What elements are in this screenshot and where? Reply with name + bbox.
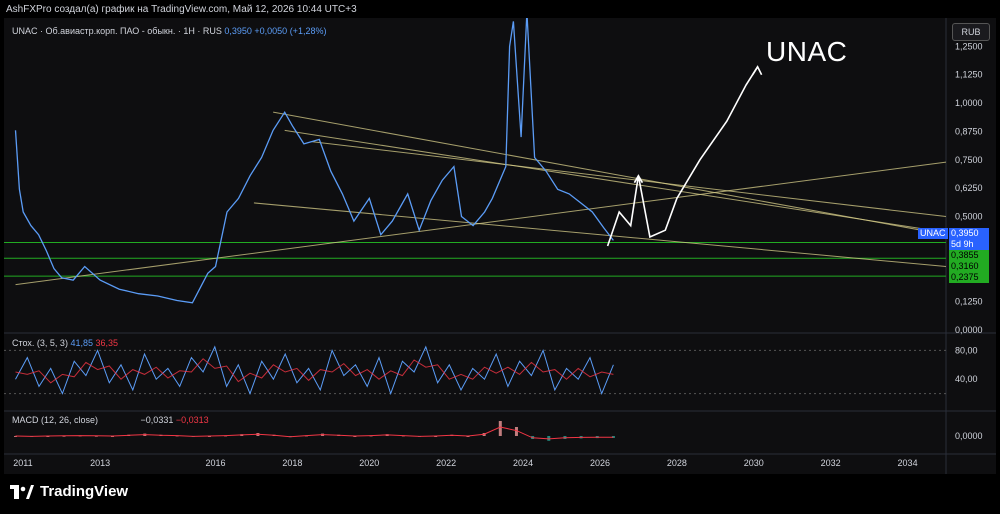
- tradingview-logo[interactable]: TradingView: [10, 483, 128, 500]
- chart-frame[interactable]: 1,2500 1,1250 1,0000 0,8750 0,7500 0,6250 0,50…: [4, 18, 996, 474]
- price-tag: 0,2375: [949, 272, 989, 283]
- price-axis-tick: 0,8750: [955, 126, 983, 136]
- macd-legend: MACD (12, 26, close) −0,0331 −0,0313: [12, 415, 209, 425]
- stoch-legend: Стох. (3, 5, 3) 41,85 36,35: [12, 338, 118, 348]
- tradingview-logo-icon: [10, 484, 34, 499]
- symbol-line: UNAC · Об.авиастр.корп. ПАО - обыкн. · 1…: [12, 26, 222, 36]
- price-axis-tick: 0,6250: [955, 183, 983, 193]
- price-axis-tick: 1,2500: [955, 41, 983, 51]
- time-axis-tick: 2032: [821, 458, 841, 468]
- time-axis-tick: 2018: [282, 458, 302, 468]
- time-axis-tick: 2013: [90, 458, 110, 468]
- projection-path: [606, 66, 759, 247]
- trend-line: [311, 141, 947, 218]
- price-tag: 0,3950: [949, 228, 989, 239]
- time-axis-tick: 2011: [13, 458, 32, 468]
- price-tag-symbol: UNAC: [918, 228, 948, 239]
- trend-line: [253, 202, 947, 267]
- price-series-line: [14, 18, 614, 304]
- trend-line: [273, 111, 947, 236]
- time-axis-tick: 2028: [667, 458, 687, 468]
- last-price: 0,3950: [224, 26, 252, 36]
- stoch-axis-tick: 80,00: [955, 345, 978, 355]
- currency-badge[interactable]: RUB: [952, 23, 990, 41]
- main-legend: UNAC · Об.авиастр.корп. ПАО - обыкн. · 1…: [12, 26, 326, 36]
- time-axis-tick: 2030: [744, 458, 764, 468]
- macd-line: [15, 426, 614, 440]
- stoch-d-value: 36,35: [95, 338, 119, 348]
- time-axis-tick: 2026: [590, 458, 610, 468]
- macd-label: MACD (12, 26, close): [12, 415, 99, 425]
- price-tag: 5d 9h: [949, 239, 989, 250]
- time-axis-tick: 2024: [513, 458, 533, 468]
- price-change: +0,0050 (+1,28%): [254, 26, 327, 36]
- price-axis-tick: 0,1250: [955, 297, 983, 307]
- time-axis-tick: 2016: [205, 458, 225, 468]
- price-axis-tick: 0,5000: [955, 212, 983, 222]
- time-axis-tick: 2022: [436, 458, 456, 468]
- time-axis-tick: 2034: [898, 458, 918, 468]
- macd-signal-value: −0,0313: [175, 415, 209, 425]
- price-axis-tick: 0,7500: [955, 155, 983, 165]
- tradingview-brand: TradingView: [40, 483, 129, 500]
- macd-histogram-bar: [498, 421, 502, 436]
- stoch-label: Стох. (3, 5, 3): [12, 338, 68, 348]
- stoch-axis-tick: 40,00: [955, 374, 978, 384]
- macd-value: −0,0331: [140, 415, 174, 425]
- price-axis-tick: 1,0000: [955, 98, 983, 108]
- price-axis-tick: 1,1250: [955, 70, 983, 80]
- time-axis-tick: 2020: [359, 458, 379, 468]
- macd-axis-tick: 0,0000: [955, 431, 983, 441]
- price-tag: 0,3855: [949, 250, 989, 261]
- attribution-header: AshFXPro создал(а) график на TradingView…: [6, 4, 357, 15]
- symbol-title: UNAC: [766, 36, 848, 67]
- chart-canvas[interactable]: 1,2500 1,1250 1,0000 0,8750 0,7500 0,6250 0,50…: [4, 18, 996, 474]
- price-axis-tick: 0,0000: [955, 325, 983, 335]
- price-tag: 0,3160: [949, 261, 989, 272]
- projection-arrowhead: [751, 65, 763, 76]
- stoch-k-value: 41,85: [70, 338, 93, 348]
